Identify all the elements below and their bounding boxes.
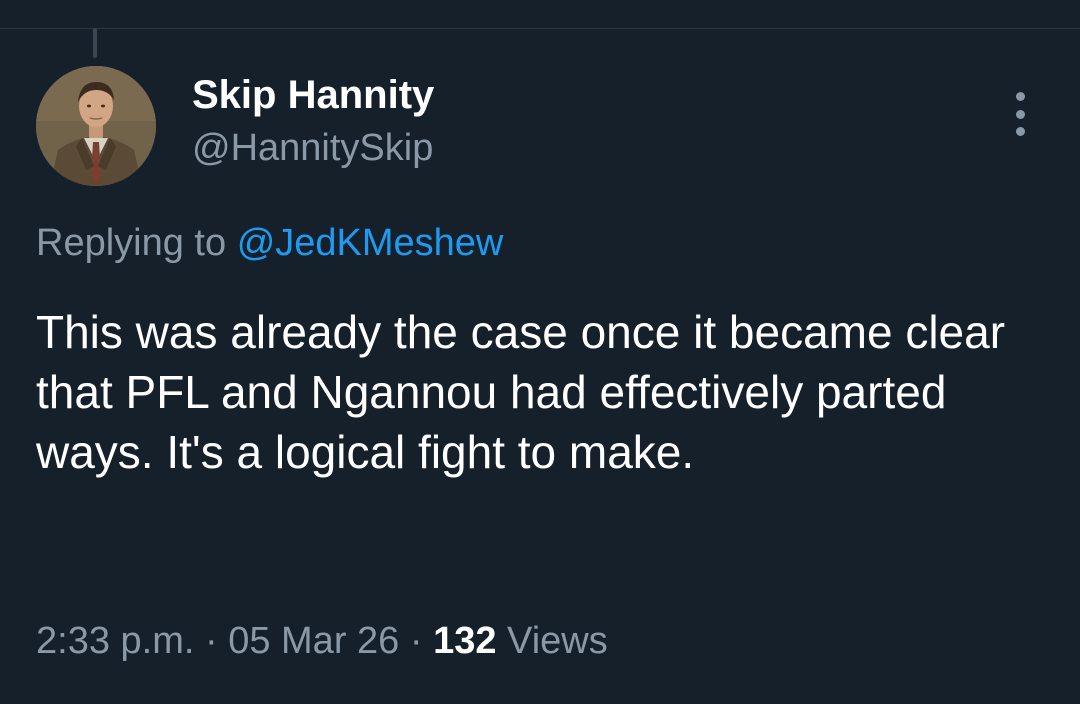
more-vertical-icon-dot [1015, 109, 1025, 119]
tweet-time[interactable]: 2:33 p.m. [36, 620, 194, 662]
top-divider [0, 28, 1080, 29]
reply-context: Replying to @JedKMeshew [36, 220, 503, 266]
reply-prefix: Replying to [36, 222, 227, 264]
reply-target-link[interactable]: @JedKMeshew [237, 222, 504, 264]
more-vertical-icon-dot [1015, 127, 1025, 136]
tweet-text: This was already the case once it became… [36, 306, 1006, 478]
tweet-metadata: 2:33 p.m. · 05 Mar 26 · 132 Views [36, 618, 608, 664]
avatar[interactable] [36, 66, 156, 186]
author-display-name[interactable]: Skip Hannity [192, 72, 434, 118]
tweet-date[interactable]: 05 Mar 26 [228, 620, 399, 662]
thread-connector-line [93, 28, 97, 58]
views-label: Views [507, 620, 608, 662]
author-handle[interactable]: @HannitySkip [192, 126, 433, 170]
meta-separator: · [409, 620, 423, 662]
meta-separator: · [204, 620, 218, 662]
more-options-button[interactable] [1000, 92, 1040, 136]
views-count[interactable]: 132 [433, 620, 496, 662]
more-vertical-icon [1015, 92, 1025, 101]
